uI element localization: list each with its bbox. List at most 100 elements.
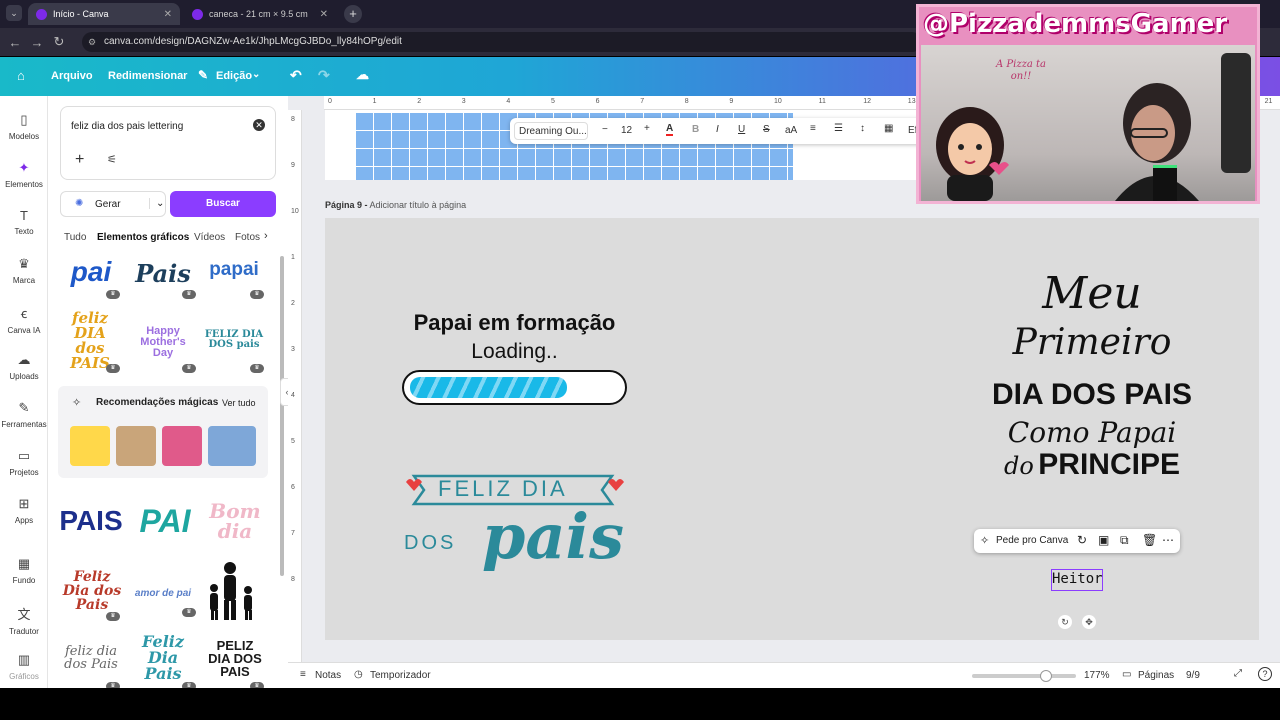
heitor-text-element[interactable]: Heitor xyxy=(1051,569,1103,591)
reload-icon[interactable]: ↻ xyxy=(48,34,70,50)
back-arrow-icon[interactable]: ← xyxy=(4,35,26,50)
tab-videos[interactable]: Vídeos xyxy=(194,232,225,243)
duplicate-icon[interactable]: ⧉ xyxy=(1120,533,1129,548)
menu-arquivo[interactable]: Arquivo xyxy=(51,70,93,82)
rail-graficos[interactable]: ▥ Gráficos xyxy=(0,652,48,681)
case-icon[interactable]: aA xyxy=(785,125,797,136)
notes-icon[interactable]: ≡ xyxy=(300,669,306,680)
graphic-thumb[interactable]: feliz dia dos Pais xyxy=(64,628,118,688)
graphic-thumb[interactable]: pai xyxy=(58,248,124,296)
rail-marca[interactable]: ♛ Marca xyxy=(0,256,48,285)
rail-elementos[interactable]: ✦ Elementos xyxy=(0,160,48,189)
clear-search-icon[interactable]: ✕ xyxy=(253,119,265,131)
close-tab-icon[interactable]: ✕ xyxy=(164,9,172,20)
recommendation-thumb[interactable] xyxy=(208,426,256,466)
graphic-thumb[interactable]: PAI xyxy=(132,496,198,546)
align-center-icon[interactable]: ≡ xyxy=(810,123,816,134)
tab-menu-button[interactable]: ⌄ xyxy=(6,5,22,21)
spacing-icon[interactable]: ↕ xyxy=(860,123,865,134)
zoom-slider-knob[interactable] xyxy=(1040,670,1052,682)
fullscreen-icon[interactable]: ⤢ xyxy=(1234,668,1242,679)
graphic-thumb[interactable]: papai xyxy=(200,254,268,284)
undo-icon[interactable]: ↶ xyxy=(290,67,302,84)
rail-canva-ia[interactable]: ꞓ Canva IA xyxy=(0,304,48,335)
tab-elementos-graficos[interactable]: Elementos gráficos xyxy=(97,232,189,243)
url-field[interactable]: ⚙ canva.com/design/DAGNZw-Ae1k/JhpLMcgGJ… xyxy=(82,32,922,52)
more-options-icon[interactable]: ⋯ xyxy=(1162,533,1174,547)
rail-uploads[interactable]: ☁ Uploads xyxy=(0,352,48,381)
strikethrough-icon[interactable]: S xyxy=(763,124,770,135)
recommendation-thumb[interactable] xyxy=(70,426,110,466)
dia-dos-pais-text[interactable]: DIA DOS PAIS xyxy=(965,378,1219,412)
underline-icon[interactable]: U xyxy=(738,124,745,135)
do-principe-text[interactable]: do PRINCIPE xyxy=(965,448,1219,482)
add-page-title[interactable]: Adicionar título à página xyxy=(370,200,467,210)
menu-edicao[interactable]: Edição xyxy=(216,70,252,82)
panel-scrollbar[interactable] xyxy=(280,256,284,576)
father-children-silhouette[interactable] xyxy=(204,560,264,622)
chevron-right-icon[interactable]: › xyxy=(264,230,268,242)
rail-projetos[interactable]: ▭ Projetos xyxy=(0,448,48,477)
close-tab-icon[interactable]: ✕ xyxy=(320,9,328,20)
list-icon[interactable]: ☰ xyxy=(834,123,843,134)
graphic-thumb[interactable]: Happy Mother's Day xyxy=(130,320,196,364)
search-input[interactable]: feliz dia dos pais lettering xyxy=(71,121,183,132)
redo-icon[interactable]: ↷ xyxy=(318,67,330,84)
graphic-thumb[interactable]: Bom dia xyxy=(202,496,268,546)
feliz-dia-dos-pais-graphic[interactable]: FELIZ DIA DOS pais xyxy=(402,458,632,583)
font-family-dropdown[interactable]: Dreaming Ou... xyxy=(514,122,588,140)
forward-arrow-icon[interactable]: → xyxy=(26,35,48,50)
title-papai-em-formacao[interactable]: Papai em formação xyxy=(402,310,627,336)
clipboard-icon[interactable]: ▣ xyxy=(1098,533,1109,547)
loading-text[interactable]: Loading.. xyxy=(402,340,627,364)
font-size-decrease-icon[interactable]: − xyxy=(602,124,608,135)
pede-pro-canva-button[interactable]: Pede pro Canva xyxy=(996,535,1068,546)
notas-button[interactable]: Notas xyxy=(315,670,341,681)
new-tab-button[interactable]: + xyxy=(344,5,362,23)
gerar-button[interactable]: ✺ Gerar ⌄ xyxy=(60,191,166,217)
transparency-icon[interactable]: ▦ xyxy=(884,123,893,134)
rail-apps[interactable]: ⊞ Apps xyxy=(0,496,48,525)
text-color-icon[interactable]: A xyxy=(666,123,674,136)
chevron-down-icon[interactable]: ⌄ xyxy=(252,69,260,80)
regenerate-icon[interactable]: ↻ xyxy=(1077,533,1087,547)
graphic-thumb[interactable]: Feliz Dia Pais xyxy=(130,628,196,688)
graphic-thumb[interactable]: PAIS xyxy=(58,500,124,542)
rail-fundo[interactable]: ▦ Fundo xyxy=(0,556,48,585)
rail-ferramentas[interactable]: ✎ Ferramentas xyxy=(0,400,48,429)
como-papai-text[interactable]: Como Papai xyxy=(987,416,1197,449)
filter-icon[interactable]: ⚟ xyxy=(107,153,117,166)
tab-fotos[interactable]: Fotos xyxy=(235,232,260,243)
tab-tudo[interactable]: Tudo xyxy=(64,232,86,243)
recommendation-thumb[interactable] xyxy=(116,426,156,466)
graphic-thumb[interactable]: amor de pai xyxy=(130,584,196,604)
rail-tradutor[interactable]: 文 Tradutor xyxy=(0,604,48,636)
graphic-thumb[interactable]: FELIZ DIA DOS pais xyxy=(200,320,268,360)
timer-icon[interactable]: ◷ xyxy=(354,669,363,680)
bold-icon[interactable]: B xyxy=(692,124,699,135)
rotate-handle-icon[interactable]: ↻ xyxy=(1058,615,1072,629)
plus-icon[interactable]: + xyxy=(75,151,84,169)
recommendation-thumb[interactable] xyxy=(162,426,202,466)
meu-text[interactable]: Meu xyxy=(987,268,1197,319)
menu-redimensionar[interactable]: Redimensionar xyxy=(108,70,187,82)
font-size-value[interactable]: 12 xyxy=(621,125,632,136)
move-handle-icon[interactable]: ✥ xyxy=(1082,615,1096,629)
graphic-thumb[interactable]: PELIZ DIA DOS PAIS xyxy=(204,628,266,688)
home-icon[interactable]: ⌂ xyxy=(17,68,25,83)
progress-bar[interactable] xyxy=(402,370,627,405)
pages-icon[interactable]: ▭ xyxy=(1122,669,1131,680)
help-icon[interactable]: ? xyxy=(1258,667,1272,681)
primeiro-text[interactable]: Primeiro xyxy=(987,322,1197,363)
temporizador-button[interactable]: Temporizador xyxy=(370,670,431,681)
trash-icon[interactable]: 🗑 xyxy=(1142,533,1157,547)
zoom-level[interactable]: 177% xyxy=(1084,670,1110,681)
zoom-slider[interactable] xyxy=(972,670,1076,682)
font-size-increase-icon[interactable]: + xyxy=(644,123,650,134)
browser-tab-inicio[interactable]: Início - Canva ✕ xyxy=(28,3,180,25)
buscar-button[interactable]: Buscar xyxy=(170,191,276,217)
search-box[interactable]: feliz dia dos pais lettering ✕ + ⚟ xyxy=(60,106,276,180)
paginas-button[interactable]: Páginas xyxy=(1138,670,1174,681)
cloud-saved-icon[interactable]: ☁ xyxy=(356,67,369,83)
ver-tudo-link[interactable]: Ver tudo xyxy=(222,398,256,408)
